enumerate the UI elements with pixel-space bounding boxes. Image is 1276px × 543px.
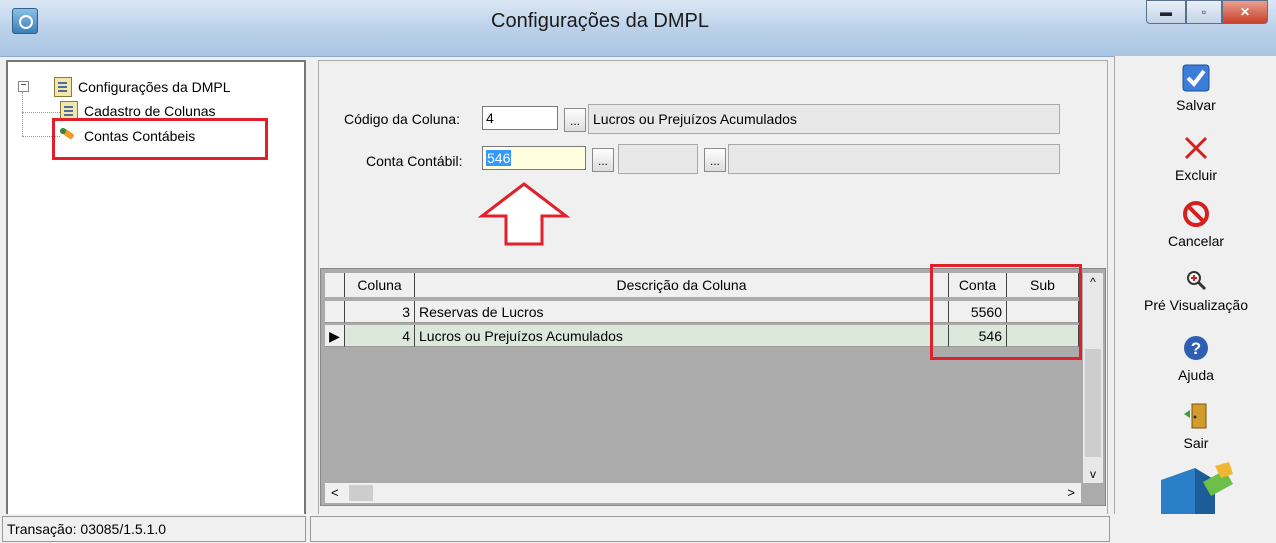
highlight-box xyxy=(930,264,1082,360)
tree-item-label: Cadastro de Colunas xyxy=(84,103,216,119)
tree-item-root[interactable]: Configurações da DMPL xyxy=(54,76,231,98)
column-header-coluna[interactable]: Coluna xyxy=(345,273,415,297)
cancelar-button[interactable]: Cancelar xyxy=(1115,200,1276,249)
conta-descricao xyxy=(728,144,1060,174)
salvar-button[interactable]: Salvar xyxy=(1115,64,1276,113)
zoom-icon xyxy=(1187,271,1207,291)
document-icon xyxy=(54,77,72,97)
cell-descricao: Lucros ou Prejuízos Acumulados xyxy=(415,325,949,347)
highlight-box xyxy=(52,118,268,160)
sub-lookup-button[interactable]: ... xyxy=(704,148,726,172)
tree-connector xyxy=(22,112,60,113)
horizontal-scrollbar[interactable]: < > xyxy=(325,483,1081,503)
cell-descricao: Reservas de Lucros xyxy=(415,301,949,323)
cell-coluna: 3 xyxy=(345,301,415,323)
sair-button[interactable]: Sair xyxy=(1115,402,1276,451)
ajuda-button[interactable]: ? Ajuda xyxy=(1115,334,1276,383)
salvar-label: Salvar xyxy=(1176,97,1216,113)
delete-x-icon xyxy=(1184,136,1208,160)
title-bar: Configurações da DMPL ▬ ▫ ✕ xyxy=(0,0,1276,57)
pre-visualizacao-button[interactable]: Pré Visualização xyxy=(1115,268,1276,313)
conta-contabil-input[interactable]: 546 xyxy=(482,146,586,170)
excluir-label: Excluir xyxy=(1174,167,1217,183)
scroll-thumb-horizontal[interactable] xyxy=(349,485,373,501)
help-icon: ? xyxy=(1184,336,1208,360)
checkmark-icon xyxy=(1182,64,1210,92)
sair-label: Sair xyxy=(1183,435,1209,451)
minimize-button[interactable]: ▬ xyxy=(1146,0,1186,24)
cancelar-label: Cancelar xyxy=(1167,233,1225,249)
exit-door-icon xyxy=(1184,403,1207,429)
svg-text:?: ? xyxy=(1191,339,1201,358)
conta-sub-field xyxy=(618,144,698,174)
scroll-right-icon[interactable]: > xyxy=(1067,485,1075,500)
codigo-lookup-button[interactable]: ... xyxy=(564,108,586,132)
ajuda-label: Ajuda xyxy=(1178,367,1214,383)
scroll-up-icon[interactable]: ^ xyxy=(1083,275,1103,289)
codigo-coluna-input[interactable]: 4 xyxy=(482,106,558,130)
window-title: Configurações da DMPL xyxy=(491,10,709,32)
tree-item-label: Configurações da DMPL xyxy=(78,79,231,95)
cancel-icon xyxy=(1183,201,1209,227)
collapse-icon[interactable]: − xyxy=(18,81,29,92)
scroll-down-icon[interactable]: v xyxy=(1083,467,1103,481)
cell-coluna: 4 xyxy=(345,325,415,347)
status-message xyxy=(310,516,1110,542)
close-button[interactable]: ✕ xyxy=(1222,0,1268,24)
excluir-button[interactable]: Excluir xyxy=(1115,134,1276,183)
tree-connector xyxy=(22,92,23,136)
row-indicator xyxy=(325,301,345,323)
maximize-button[interactable]: ▫ xyxy=(1186,0,1222,24)
codigo-descricao: Lucros ou Prejuízos Acumulados xyxy=(588,104,1060,134)
status-bar: Transação: 03085/1.5.1.0 xyxy=(0,514,1276,543)
window-controls: ▬ ▫ ✕ xyxy=(1146,0,1268,24)
scroll-thumb[interactable] xyxy=(1085,349,1101,457)
current-row-indicator-icon: ▶ xyxy=(325,325,345,347)
conta-lookup-button[interactable]: ... xyxy=(592,148,614,172)
vertical-scrollbar[interactable]: ^ v xyxy=(1083,273,1103,483)
conta-contabil-label: Conta Contábil: xyxy=(366,153,463,169)
arrow-up-icon xyxy=(477,182,571,246)
status-transacao: Transação: 03085/1.5.1.0 xyxy=(2,516,306,542)
conta-contabil-value: 546 xyxy=(486,150,512,166)
column-header-descricao[interactable]: Descrição da Coluna xyxy=(415,273,949,297)
codigo-coluna-label: Código da Coluna: xyxy=(344,111,460,127)
scroll-left-icon[interactable]: < xyxy=(331,485,339,500)
action-toolbar: Salvar Excluir Cancelar Pré Visualização… xyxy=(1114,56,1276,543)
pre-visualizacao-label: Pré Visualização xyxy=(1143,297,1249,313)
row-indicator-header xyxy=(325,273,345,297)
